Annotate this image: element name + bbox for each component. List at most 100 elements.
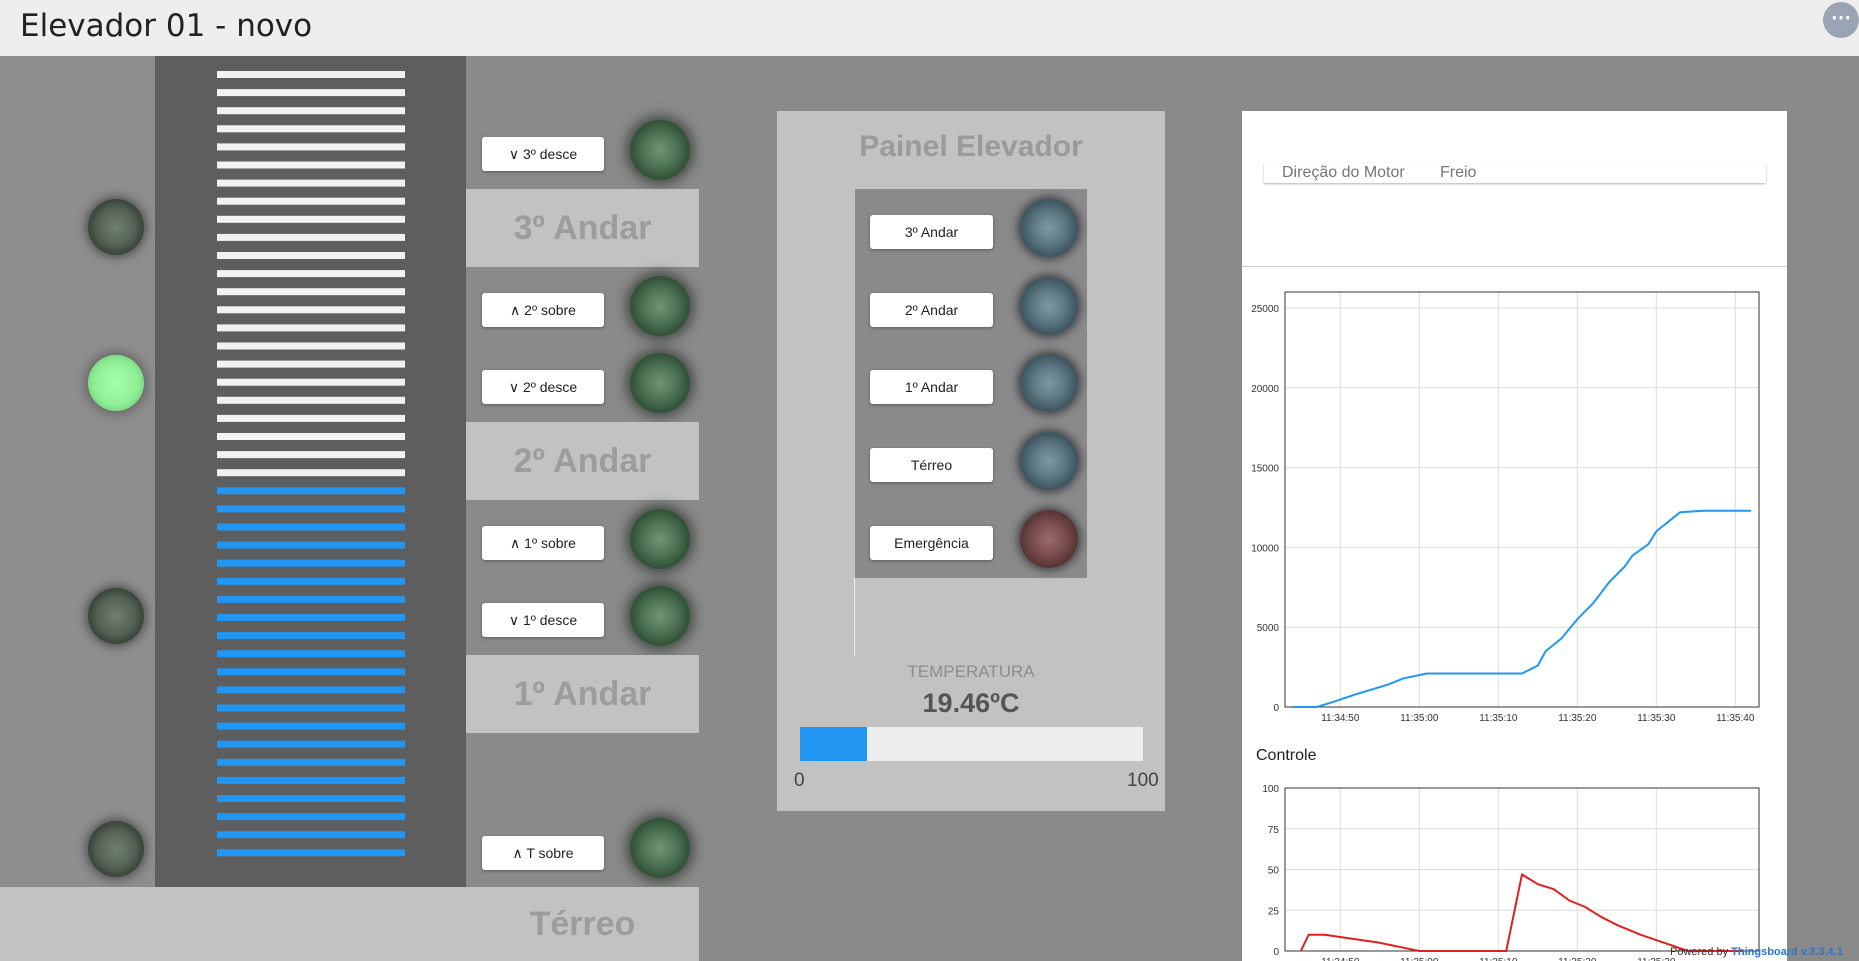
shaft-stripe-empty xyxy=(217,342,405,350)
shaft-stripe-empty xyxy=(217,107,405,115)
shaft-stripe-filled xyxy=(217,831,405,839)
shaft-stripe-filled xyxy=(217,758,405,766)
shaft-stripe-empty xyxy=(217,143,405,151)
shaft-stripe-empty xyxy=(217,360,405,368)
y-tick-label: 20000 xyxy=(1251,384,1279,395)
call-3-down-lamp xyxy=(630,120,690,180)
shaft-stripe-filled xyxy=(217,595,405,603)
floor-indicator-terreo-lamp xyxy=(88,821,144,877)
shaft-stripe-filled xyxy=(217,668,405,676)
panel-lamp-3-andar xyxy=(1020,199,1078,257)
call-1-down-lamp xyxy=(630,586,690,646)
x-tick-label: 11:35:00 xyxy=(1400,713,1439,724)
panel-divider xyxy=(854,578,855,656)
shaft-stripe-filled xyxy=(217,632,405,640)
panel-button-terreo[interactable]: Térreo xyxy=(870,448,993,482)
temperature-label: TEMPERATURA xyxy=(907,662,1035,681)
call-1-up-button[interactable]: ∧ 1º sobre xyxy=(482,526,604,560)
x-tick-label: 11:34:50 xyxy=(1321,713,1360,724)
x-tick-label: 11:35:00 xyxy=(1400,957,1439,961)
y-tick-label: 50 xyxy=(1268,866,1280,877)
x-tick-label: 11:35:40 xyxy=(1716,713,1755,724)
x-tick-label: 11:35:10 xyxy=(1479,957,1518,961)
shaft-stripe-filled xyxy=(217,795,405,802)
shaft-stripe-empty xyxy=(217,378,405,386)
shaft-stripe-filled xyxy=(217,541,405,549)
panel-lamp-1-andar xyxy=(1020,354,1078,412)
shaft-stripe-filled xyxy=(217,686,405,694)
panel-lamp-2-andar xyxy=(1020,277,1078,335)
shaft-stripe-empty xyxy=(217,71,405,78)
call-3-down-button[interactable]: ∨ 3º desce xyxy=(482,137,604,171)
y-tick-label: 0 xyxy=(1273,703,1279,714)
shaft-stripe-empty xyxy=(217,179,405,187)
floor-label-2: 2º Andar xyxy=(466,422,699,500)
shaft-stripe-empty xyxy=(217,306,405,314)
shaft-stripe-empty xyxy=(217,89,405,97)
call-2-up-lamp xyxy=(630,276,690,336)
x-tick-label: 11:35:10 xyxy=(1479,713,1518,724)
call-2-up-button[interactable]: ∧ 2º sobre xyxy=(482,293,604,327)
shaft-stripe-empty xyxy=(217,451,405,459)
shaft-stripe-filled xyxy=(217,487,405,495)
x-tick-label: 11:35:20 xyxy=(1558,713,1597,724)
shaft-stripe-empty xyxy=(217,433,405,440)
shaft-stripe-empty xyxy=(217,414,405,422)
shaft-stripe-filled xyxy=(217,614,405,621)
y-tick-label: 10000 xyxy=(1251,543,1279,554)
call-2-down-lamp xyxy=(630,353,690,413)
controle-chart: 0 25 50 75 100 11:34:50 11:35:00 11:35:10 11:35:… xyxy=(1262,784,1760,961)
shaft-stripe-filled xyxy=(217,523,405,531)
call-1-up-lamp xyxy=(630,509,690,569)
panel-button-3-andar[interactable]: 3º Andar xyxy=(870,215,993,249)
floor-indicator-strip xyxy=(0,56,155,887)
floor-label-3: 3º Andar xyxy=(466,189,699,267)
shaft-stripe-empty xyxy=(217,161,405,169)
shaft-stripe-empty xyxy=(217,270,405,278)
motor-chart: 0 5000 10000 15000 20000 25000 11:34:50 11:35:0… xyxy=(1251,291,1760,724)
call-terreo-up-lamp xyxy=(630,818,690,878)
more-options-button[interactable]: ⋯ xyxy=(1823,2,1859,38)
shaft-stripe-filled xyxy=(217,813,405,821)
shaft-stripe-filled xyxy=(217,650,405,658)
panel-lamp-emergencia xyxy=(1020,510,1078,568)
call-terreo-up-button[interactable]: ∧ T sobre xyxy=(482,836,604,870)
controle-chart-title: Controle xyxy=(1256,747,1317,764)
call-1-down-button[interactable]: ∨ 1º desce xyxy=(482,603,604,637)
call-2-down-button[interactable]: ∨ 2º desce xyxy=(482,370,604,404)
floor-indicator-2-lamp xyxy=(88,355,144,411)
elevator-shaft xyxy=(155,56,466,887)
shaft-stripe-filled xyxy=(217,849,405,857)
shaft-stripe-filled xyxy=(217,505,405,513)
thingsboard-link[interactable]: Thingsboard v.3.3.4.1 xyxy=(1731,946,1843,958)
x-tick-label: 11:34:50 xyxy=(1321,957,1360,961)
powered-by-footer: Powered by Thingsboard v.3.3.4.1 xyxy=(1670,946,1843,958)
shaft-stripe-empty xyxy=(217,469,405,477)
panel-button-2-andar[interactable]: 2º Andar xyxy=(870,293,993,327)
shaft-stripe-empty xyxy=(217,252,405,259)
shaft-stripe-filled xyxy=(217,740,405,748)
footer-prefix: Powered by xyxy=(1670,946,1732,958)
panel-button-1-andar[interactable]: 1º Andar xyxy=(870,370,993,404)
shaft-stripe-filled xyxy=(217,776,405,784)
shaft-stripe-empty xyxy=(217,197,405,205)
y-tick-label: 75 xyxy=(1268,825,1280,836)
shaft-stripe-empty xyxy=(217,233,405,241)
floor-label-terreo-text: Térreo xyxy=(529,905,636,943)
temperature-value: 19.46ºC xyxy=(922,688,1020,718)
floor-indicator-1-lamp xyxy=(88,588,144,644)
shaft-stripe-empty xyxy=(217,324,405,332)
chart-legend: Direção do Motor Freio xyxy=(1264,163,1766,183)
y-tick-label: 25 xyxy=(1268,906,1280,917)
shaft-stripe-filled xyxy=(217,577,405,585)
panel-button-emergencia[interactable]: Emergência xyxy=(870,526,993,560)
plot-area xyxy=(1284,291,1760,708)
legend-item-freio[interactable]: Freio xyxy=(1440,163,1476,183)
x-tick-label: 11:35:20 xyxy=(1558,957,1597,961)
chart-divider xyxy=(1242,266,1787,267)
gauge-min-label: 0 xyxy=(794,770,805,791)
y-tick-label: 100 xyxy=(1262,784,1279,795)
legend-item-motor-direction[interactable]: Direção do Motor xyxy=(1282,163,1405,183)
floor-label-1: 1º Andar xyxy=(466,655,699,733)
temperature-gauge-fill xyxy=(800,727,867,761)
